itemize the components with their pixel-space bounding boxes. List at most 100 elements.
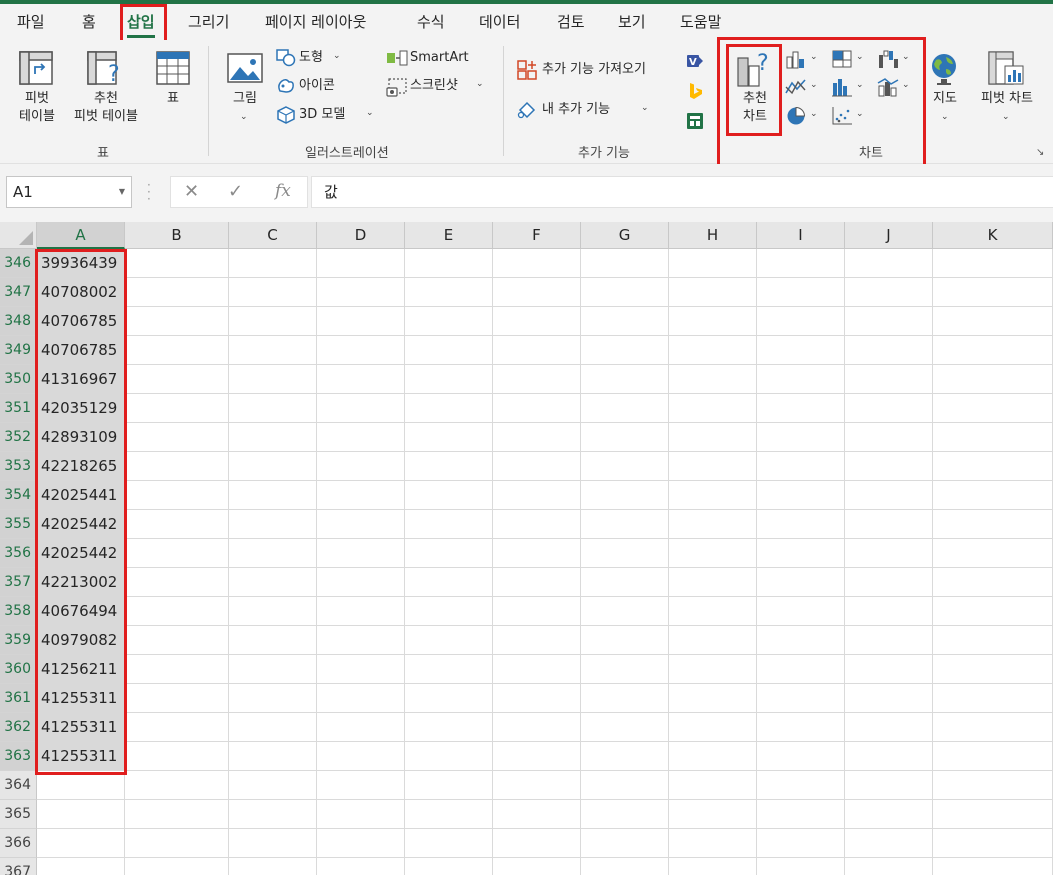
cell-a[interactable]: 40979082 [37, 626, 125, 655]
enter-icon[interactable]: ✓ [228, 181, 243, 202]
visio-icon[interactable]: V [686, 52, 704, 74]
people-graph-icon[interactable] [686, 112, 704, 134]
line-chart-chevron-down-icon[interactable]: ⌄ [810, 80, 818, 90]
my-addins-chevron-down-icon[interactable]: ⌄ [641, 103, 649, 113]
screenshot-icon[interactable] [386, 77, 408, 101]
recommended-charts-icon[interactable]: ? [735, 50, 775, 92]
statistic-chart-icon[interactable] [831, 77, 853, 101]
column-header-h[interactable]: H [669, 222, 757, 249]
scatter-chart-icon[interactable] [831, 106, 853, 130]
cell-a[interactable] [37, 800, 125, 829]
smartart-label[interactable]: SmartArt [410, 49, 469, 67]
row-header[interactable]: 351 [0, 394, 37, 423]
combo-chart-icon[interactable] [877, 77, 899, 101]
column-header-c[interactable]: C [229, 222, 317, 249]
column-chart-icon[interactable] [785, 49, 807, 73]
column-header-b[interactable]: B [125, 222, 229, 249]
column-header-j[interactable]: J [845, 222, 933, 249]
row-header[interactable]: 356 [0, 539, 37, 568]
tab-view[interactable]: 보기 [618, 11, 646, 33]
recommended-pivot-button[interactable]: 추천 피벗 테이블 [64, 90, 148, 126]
row-header[interactable]: 347 [0, 278, 37, 307]
cell-a[interactable] [37, 771, 125, 800]
tab-page-layout[interactable]: 페이지 레이아웃 [265, 11, 366, 33]
column-header-g[interactable]: G [581, 222, 669, 249]
row-header[interactable]: 350 [0, 365, 37, 394]
picture-label[interactable]: 그림 [225, 90, 265, 108]
cell-a[interactable]: 42025442 [37, 539, 125, 568]
tab-review[interactable]: 검토 [557, 11, 585, 33]
row-header[interactable]: 346 [0, 249, 37, 278]
cell-a[interactable]: 40706785 [37, 307, 125, 336]
tab-draw[interactable]: 그리기 [188, 11, 229, 33]
tab-home[interactable]: 홈 [82, 11, 96, 33]
cell-a[interactable]: 42893109 [37, 423, 125, 452]
row-header[interactable]: 354 [0, 481, 37, 510]
bing-icon[interactable] [686, 82, 704, 104]
combo-chart-chevron-down-icon[interactable]: ⌄ [902, 80, 910, 90]
tab-formulas[interactable]: 수식 [417, 11, 445, 33]
row-header[interactable]: 361 [0, 684, 37, 713]
select-all-button[interactable] [0, 222, 37, 249]
cell-a[interactable]: 42218265 [37, 452, 125, 481]
row-header[interactable]: 348 [0, 307, 37, 336]
cell-a[interactable]: 42025441 [37, 481, 125, 510]
table-label[interactable]: 표 [158, 90, 188, 108]
cell-a[interactable]: 40676494 [37, 597, 125, 626]
waterfall-chart-chevron-down-icon[interactable]: ⌄ [902, 52, 910, 62]
smartart-icon[interactable] [386, 49, 408, 71]
recommended-charts-button[interactable]: 추천 차트 [733, 90, 777, 126]
row-header[interactable]: 359 [0, 626, 37, 655]
more-options-icon[interactable]: · · · [147, 179, 153, 205]
recommended-pivot-icon[interactable]: ? [86, 50, 126, 90]
row-header[interactable]: 363 [0, 742, 37, 771]
row-header[interactable]: 367 [0, 858, 37, 875]
my-addins-icon[interactable] [517, 100, 537, 124]
cell-a[interactable]: 39936439 [37, 249, 125, 278]
cell-a[interactable]: 41316967 [37, 365, 125, 394]
column-chart-chevron-down-icon[interactable]: ⌄ [810, 52, 818, 62]
cell-a[interactable] [37, 829, 125, 858]
row-header[interactable]: 353 [0, 452, 37, 481]
name-box[interactable]: A1 ▼ [6, 176, 132, 208]
screenshot-chevron-down-icon[interactable]: ⌄ [476, 79, 484, 89]
name-box-chevron-down-icon[interactable]: ▼ [119, 177, 125, 207]
my-addins-label[interactable]: 내 추가 기능 [542, 101, 610, 119]
statistic-chart-chevron-down-icon[interactable]: ⌄ [856, 80, 864, 90]
shapes-label[interactable]: 도형 [299, 49, 323, 67]
pie-chart-icon[interactable] [785, 106, 807, 130]
scatter-chart-chevron-down-icon[interactable]: ⌄ [856, 109, 864, 119]
globe-icon[interactable] [928, 52, 960, 90]
tab-insert[interactable]: 삽입 [127, 11, 155, 38]
3d-model-icon[interactable] [276, 106, 296, 128]
column-header-a[interactable]: A [37, 222, 125, 249]
cell-a[interactable]: 42213002 [37, 568, 125, 597]
column-header-e[interactable]: E [405, 222, 493, 249]
row-header[interactable]: 360 [0, 655, 37, 684]
row-header[interactable]: 365 [0, 800, 37, 829]
hierarchy-chart-icon[interactable] [831, 49, 853, 73]
dialog-launcher-icon[interactable]: ↘ [1036, 147, 1044, 158]
cell-a[interactable]: 40708002 [37, 278, 125, 307]
screenshot-label[interactable]: 스크린샷 [410, 77, 458, 95]
column-header-d[interactable]: D [317, 222, 405, 249]
pivot-chart-label[interactable]: 피벗 차트 [972, 90, 1042, 108]
pivot-table-button[interactable]: 피벗 테이블 [10, 90, 64, 126]
row-header[interactable]: 352 [0, 423, 37, 452]
cell-a[interactable]: 40706785 [37, 336, 125, 365]
cell-a[interactable]: 41255311 [37, 713, 125, 742]
row-header[interactable]: 357 [0, 568, 37, 597]
row-header[interactable]: 362 [0, 713, 37, 742]
3d-model-chevron-down-icon[interactable]: ⌄ [366, 108, 374, 118]
get-addins-label[interactable]: 추가 기능 가져오기 [542, 61, 646, 79]
hierarchy-chart-chevron-down-icon[interactable]: ⌄ [856, 52, 864, 62]
row-header[interactable]: 366 [0, 829, 37, 858]
column-header-k[interactable]: K [933, 222, 1053, 249]
tab-file[interactable]: 파일 [17, 11, 45, 33]
pivot-table-icon[interactable] [18, 50, 54, 90]
column-header-f[interactable]: F [493, 222, 581, 249]
waterfall-chart-icon[interactable] [877, 49, 899, 73]
shapes-chevron-down-icon[interactable]: ⌄ [333, 51, 341, 61]
cell-a[interactable]: 42025442 [37, 510, 125, 539]
shapes-icon[interactable] [276, 49, 296, 71]
